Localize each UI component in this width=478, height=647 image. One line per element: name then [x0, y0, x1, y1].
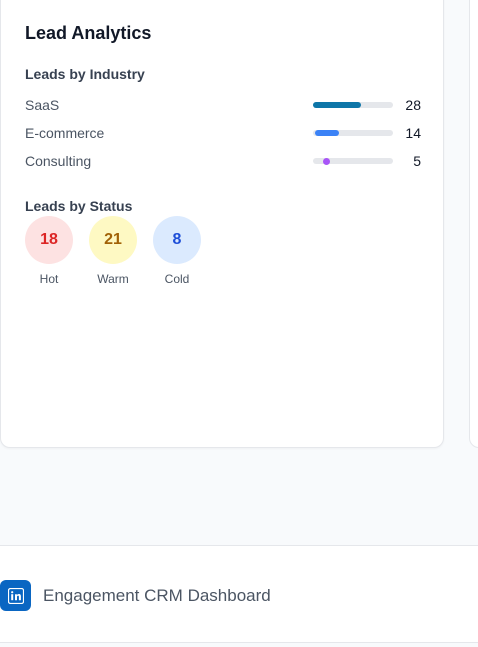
industry-label: SaaS	[25, 97, 60, 113]
status-label: Cold	[164, 272, 190, 286]
industry-count: 5	[413, 153, 421, 169]
status-count-badge: 8	[153, 216, 201, 264]
industry-row-ecommerce: E-commerce 14	[25, 123, 421, 143]
industry-label: E-commerce	[25, 125, 105, 141]
status-group: 18 Hot 21 Warm 8 Cold	[25, 216, 201, 286]
industry-bar-track	[313, 102, 393, 108]
linkedin-icon[interactable]	[0, 580, 31, 611]
industry-label: Consulting	[25, 153, 92, 169]
card-title: Lead Analytics	[25, 23, 152, 43]
lead-analytics-card: Lead Analytics Leads by Industry SaaS 28…	[0, 0, 444, 448]
status-label: Warm	[97, 272, 129, 286]
leads-by-status-heading: Leads by Status	[25, 198, 133, 214]
footer: Engagement CRM Dashboard	[0, 545, 478, 643]
status-count-badge: 18	[25, 216, 73, 264]
leads-by-industry-heading: Leads by Industry	[25, 66, 145, 82]
status-count-badge: 21	[89, 216, 137, 264]
page: Lead Analytics Leads by Industry SaaS 28…	[0, 0, 478, 647]
industry-row-consulting: Consulting 5	[25, 151, 421, 171]
industry-bar-fill	[315, 130, 339, 136]
industry-count: 28	[405, 97, 421, 113]
industry-count: 14	[405, 125, 421, 141]
industry-bar-fill	[313, 102, 361, 108]
industry-bar-track	[313, 130, 393, 136]
adjacent-card	[469, 0, 478, 448]
status-warm: 21 Warm	[89, 216, 137, 286]
status-label: Hot	[39, 272, 59, 286]
status-cold: 8 Cold	[153, 216, 201, 286]
industry-bar-fill	[323, 157, 330, 165]
footer-title: Engagement CRM Dashboard	[43, 586, 271, 605]
status-hot: 18 Hot	[25, 216, 73, 286]
industry-row-saas: SaaS 28	[25, 95, 421, 115]
industry-bar-track	[313, 157, 393, 165]
footer-divider	[0, 642, 478, 643]
